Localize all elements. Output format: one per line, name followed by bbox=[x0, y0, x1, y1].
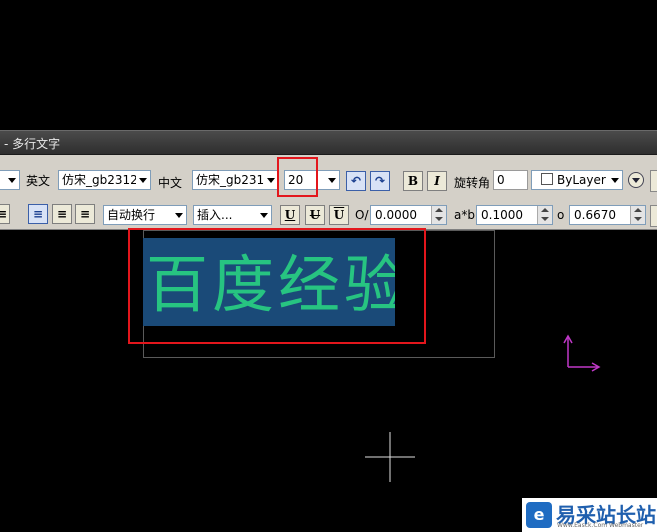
options-button[interactable] bbox=[628, 172, 644, 188]
align-center-icon: ≡ bbox=[56, 207, 68, 221]
english-font-label: 英文 bbox=[26, 174, 51, 188]
chevron-down-icon bbox=[5, 171, 19, 189]
chevron-down-icon bbox=[257, 206, 271, 224]
mtext-highlight bbox=[128, 228, 426, 344]
crosshair-cursor-icon bbox=[365, 432, 415, 482]
oblique-input[interactable]: 0.0000 bbox=[370, 205, 447, 225]
chevron-down-icon bbox=[325, 171, 339, 189]
strikethrough-button[interactable]: U bbox=[305, 205, 325, 225]
mtext-toolbar: 英文 仿宋_gb2312 中文 仿宋_gb2312 20 ↶ ↷ B I 旋转角… bbox=[0, 155, 657, 230]
ok-button-edge[interactable] bbox=[650, 170, 657, 192]
chevron-down-icon bbox=[632, 178, 640, 183]
insert-value: 插入... bbox=[197, 208, 233, 222]
wrap-mode-dropdown[interactable]: 自动换行 bbox=[103, 205, 187, 225]
site-watermark: e 易采站长站 Www.Easck.Com Webmaster bbox=[522, 498, 657, 532]
oblique-label: O/ bbox=[355, 208, 369, 222]
underline-button[interactable]: U bbox=[280, 205, 300, 225]
chevron-down-icon bbox=[172, 206, 186, 224]
width-factor-input[interactable]: 0.6670 bbox=[569, 205, 646, 225]
ucs-axis-icon bbox=[563, 334, 601, 372]
paragraph-button[interactable]: ≡ bbox=[0, 204, 10, 224]
spinner-arrows-icon[interactable] bbox=[537, 206, 552, 224]
tracking-input[interactable]: 0.1000 bbox=[476, 205, 553, 225]
align-right-icon: ≡ bbox=[79, 207, 91, 221]
chinese-font-dropdown[interactable]: 仿宋_gb2312 bbox=[192, 170, 279, 190]
align-left-button[interactable]: ≡ bbox=[28, 204, 48, 224]
tracking-label: a*b bbox=[454, 208, 475, 222]
chinese-font-value: 仿宋_gb2312 bbox=[196, 173, 272, 187]
chevron-down-icon bbox=[136, 171, 150, 189]
overline-button[interactable]: U bbox=[329, 205, 349, 225]
spinner-arrows-icon[interactable] bbox=[630, 206, 645, 224]
oblique-value: 0.0000 bbox=[375, 208, 417, 222]
bold-button[interactable]: B bbox=[403, 171, 423, 191]
lines-icon: ≡ bbox=[0, 207, 8, 221]
tracking-value: 0.1000 bbox=[481, 208, 523, 222]
mtext-titlebar[interactable]: - 多行文字 bbox=[0, 130, 657, 155]
redo-button[interactable]: ↷ bbox=[370, 171, 390, 191]
width-factor-label: o bbox=[557, 208, 565, 222]
align-right-button[interactable]: ≡ bbox=[75, 204, 95, 224]
align-center-button[interactable]: ≡ bbox=[52, 204, 72, 224]
color-dropdown[interactable]: ByLayer bbox=[531, 170, 623, 190]
english-font-value: 仿宋_gb2312 bbox=[62, 173, 138, 187]
rotation-input[interactable]: 0 bbox=[493, 170, 528, 190]
align-left-icon: ≡ bbox=[32, 207, 44, 221]
chevron-down-icon bbox=[264, 171, 278, 189]
insert-dropdown[interactable]: 插入... bbox=[193, 205, 272, 225]
wrap-mode-value: 自动换行 bbox=[107, 208, 156, 222]
redo-icon: ↷ bbox=[374, 174, 386, 188]
chevron-down-icon bbox=[608, 171, 622, 189]
chinese-font-label: 中文 bbox=[158, 176, 183, 190]
toolbar-overflow-button[interactable] bbox=[650, 205, 657, 227]
text-height-highlight bbox=[277, 157, 318, 197]
watermark-subtitle: Www.Easck.Com Webmaster bbox=[557, 522, 644, 529]
site-logo-icon: e bbox=[526, 502, 552, 528]
color-swatch-icon bbox=[541, 173, 553, 185]
italic-button[interactable]: I bbox=[427, 171, 447, 191]
style-dropdown[interactable] bbox=[0, 170, 20, 190]
color-value: ByLayer bbox=[557, 173, 606, 187]
window-title: - 多行文字 bbox=[4, 137, 61, 151]
undo-button[interactable]: ↶ bbox=[346, 171, 366, 191]
rotation-label: 旋转角 bbox=[454, 176, 491, 190]
english-font-dropdown[interactable]: 仿宋_gb2312 bbox=[58, 170, 151, 190]
width-factor-value: 0.6670 bbox=[574, 208, 616, 222]
spinner-arrows-icon[interactable] bbox=[431, 206, 446, 224]
undo-icon: ↶ bbox=[350, 174, 362, 188]
